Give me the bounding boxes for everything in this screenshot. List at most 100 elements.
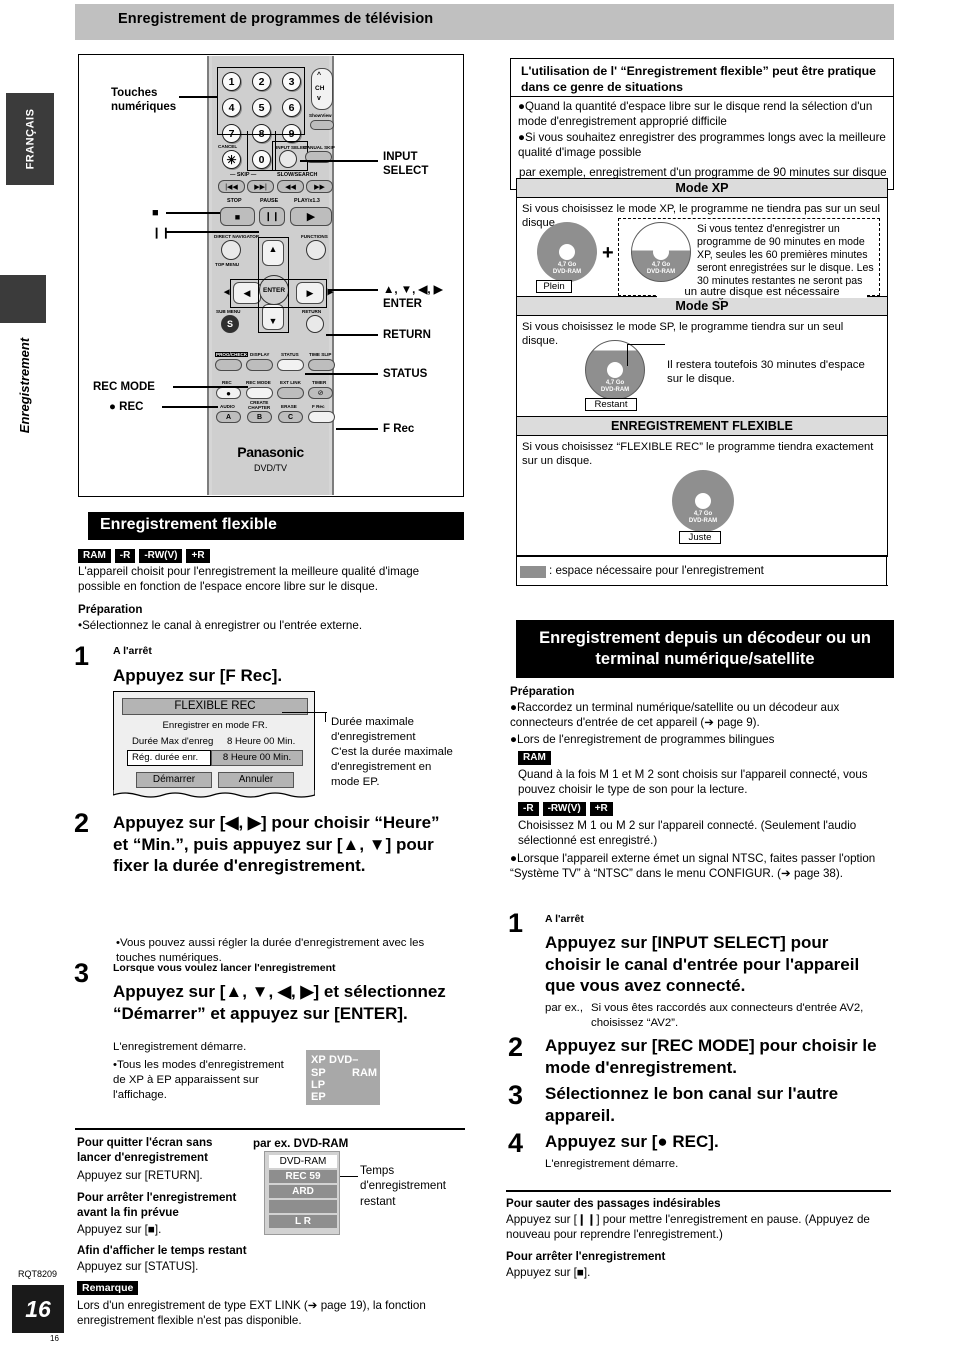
remote-key-return[interactable] [306,315,324,333]
disc-partial-label: 4,7 Go DVD-RAM [646,262,676,275]
language-tab-label: FRANÇAIS [24,108,36,170]
remote-key-play[interactable]: ▶ [290,207,332,226]
remote-label-stop: STOP [227,198,242,204]
step-number-1: 1 [74,641,90,671]
section-tab-block [0,275,46,323]
mode-comparison-table: Mode XP Si vous choisissez le mode XP, l… [516,178,888,556]
remote-key-cancel[interactable]: ✳ [222,150,241,169]
remote-key-showview[interactable] [310,120,334,130]
step-2-note-text: Vous pouvez aussi régler la durée d'enre… [116,937,425,965]
decoder-tip-2-title: Pour arrêter l'enregistrement [506,1250,666,1263]
remote-key-display[interactable] [246,359,273,371]
decoder-step-4-note: L'enregistrement démarre. [545,1158,679,1170]
mode-xp-dash-caption: un autre disque est nécessaire [657,286,867,298]
flexible-prep-item-text: Sélectionnez le canal à enregistrer ou l… [82,619,363,632]
badge-minus-r: -R [114,548,136,563]
remote-label-audio: AUDIO [220,404,235,409]
osd-cancel-button[interactable]: Annuler [218,772,294,788]
leader-line [162,406,218,408]
remote-key-direct-navigator[interactable] [221,240,241,260]
osd-torn-edge [113,790,315,798]
remote-key-time-slip[interactable] [308,359,335,371]
decoder-step-number-1: 1 [508,908,524,938]
remote-key-sub-menu[interactable]: S [221,315,239,333]
legend-text: : espace nécessaire pour l'enregistremen… [549,564,764,577]
remote-key-rec[interactable]: ● [216,387,241,399]
decoder-ntsc-text: Lorsque l'appareil externe émet un signa… [510,852,876,881]
mode-display-sp: SP [311,1067,326,1079]
remote-key-status[interactable] [277,359,304,371]
remote-key-search-forward[interactable]: ▶▶ [306,180,333,193]
remote-key-f-rec[interactable] [308,411,335,423]
leader-line [326,334,378,336]
callout-numeric-keys: Touches numériques [111,87,177,114]
remote-label-manual-skip: MANUAL SKIP [303,145,335,150]
mode-xp-figure: 4,7 Go DVD-RAM Plein + 4,7 Go DVD-RAM Si… [517,218,887,300]
flexible-rec-osd: FLEXIBLE REC Enregistrer en mode FR. Dur… [113,691,315,792]
stop-icon: ■ [152,207,159,219]
plus-icon: + [602,242,614,264]
step-3-bullet-text: Tous les modes d'enregistrement de XP à … [113,1059,284,1102]
remote-key-erase[interactable]: C [278,411,303,423]
remote-label-status: STATUS [281,352,299,357]
ram-example-caption: par ex. DVD-RAM [253,1137,349,1150]
tip-box-item-1-text: Quand la quantité d'espace libre sur le … [518,100,873,129]
osd-start-button[interactable]: Démarrer [136,772,212,788]
divider [516,585,888,587]
section-heading-flexible: Enregistrement flexible [88,512,464,540]
rqt-code: RQT8209 [18,1269,58,1279]
remote-key-input-select[interactable] [279,150,297,168]
remote-label-rec-mode: REC MODE [246,380,271,385]
remote-label-play: PLAY/x1.3 [294,198,320,204]
remote-key-rec-mode[interactable] [246,387,273,399]
callout-return: RETURN [383,329,431,341]
remote-key-search-back[interactable]: ◀◀ [277,180,304,193]
manual-page: FRANÇAIS Enregistrement Enregistrement d… [0,0,954,1351]
decoder-ntsc-item: ●Lorsque l'appareil externe émet un sign… [510,852,876,881]
leader-line [300,160,378,162]
remote-key-functions[interactable] [306,240,326,260]
remote-key-skip-back[interactable]: |◀◀ [218,180,245,193]
remote-key-stop[interactable]: ■ [220,207,255,226]
osd-set-label: Rég. durée enr. [127,750,211,766]
remote-key-pause[interactable]: ❙❙ [259,207,285,226]
flexible-prep-title: Préparation [78,603,143,616]
remote-key-skip-forward[interactable]: ▶▶| [247,180,274,193]
tip-2-text: Appuyez sur [■]. [77,1223,162,1236]
remote-label-ch: CH [315,85,325,92]
badge-plus-r: +R [186,548,210,563]
remote-key-prog-check[interactable] [215,359,242,371]
remark-label: Remarque [77,1281,139,1295]
leader-line [166,231,259,233]
remote-label-erase: ERASE [281,404,297,409]
leader-line [173,386,248,388]
tip-1-title: Pour quitter l'écran sans lancer d'enreg… [77,1136,213,1165]
ram-example-callout: Temps d'enregistrement restant [360,1164,446,1208]
leader-line [166,212,220,214]
section-tab: Enregistrement [10,325,40,445]
remote-key-timer[interactable]: ⊘ [308,387,333,399]
leader-line [340,1176,358,1178]
flexible-prep-item: •Sélectionnez le canal à enregistrer ou … [78,619,363,632]
decoder-prep-item-1-text: Raccordez un terminal numérique/satellit… [510,701,840,730]
remote-key-audio[interactable]: A [216,411,241,423]
osd-max-value: 8 Heure 00 Min. [227,736,296,747]
decoder-step-3-main: Sélectionnez le bon canal sur l'autre ap… [545,1084,839,1125]
badge-ram: RAM [518,750,551,765]
page-title: Enregistrement de programmes de télévisi… [118,11,434,27]
osd-set-value[interactable]: 8 Heure 00 Min. [211,750,303,766]
page-number-block: 16 [12,1285,64,1333]
decoder-ram-badge-row: RAM [518,749,555,767]
tip-3-text: Appuyez sur [STATUS]. [77,1260,199,1273]
remote-key-create-chapter[interactable]: B [247,411,272,423]
leader-line [627,344,665,346]
step-3-sub: Lorsque vous voulez lancer l'enregistrem… [113,962,336,974]
tip-box-item-1: ●Quand la quantité d'espace libre sur le… [518,100,873,129]
tip-1-text: Appuyez sur [RETURN]. [77,1169,203,1182]
disc-exact-icon: 4,7 Go DVD-RAM [672,470,734,532]
osd-max-label: Durée Max d'enreg [132,736,214,747]
remote-label-top-menu: TOP MENU [215,262,240,267]
decoder-step-number-2: 2 [508,1032,524,1062]
remote-key-ext-link[interactable] [277,387,304,399]
disc-exact-tag: Juste [679,531,721,544]
